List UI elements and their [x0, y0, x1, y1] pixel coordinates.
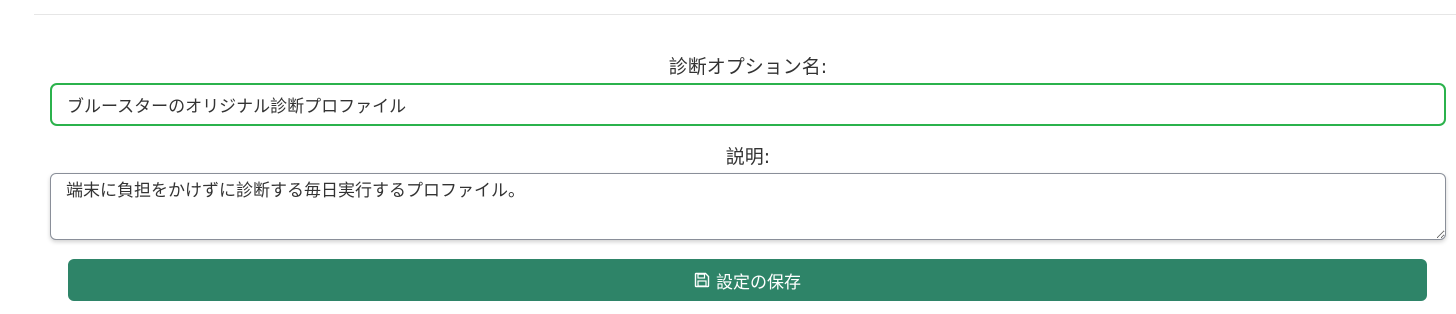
save-button-label: 設定の保存 [716, 272, 801, 293]
description-label: 説明: [725, 146, 771, 168]
description-textarea[interactable]: 端末に負担をかけずに診断する毎日実行するプロファイル。 [50, 173, 1446, 240]
save-icon [694, 272, 710, 288]
settings-form: 診断オプション名: 説明: 端末に負担をかけずに診断する毎日実行するプロファイル… [0, 0, 1456, 314]
save-settings-button[interactable]: 設定の保存 [68, 259, 1427, 301]
top-divider [34, 14, 1456, 15]
option-name-input[interactable] [50, 83, 1446, 126]
option-name-label: 診断オプション名: [668, 56, 828, 78]
